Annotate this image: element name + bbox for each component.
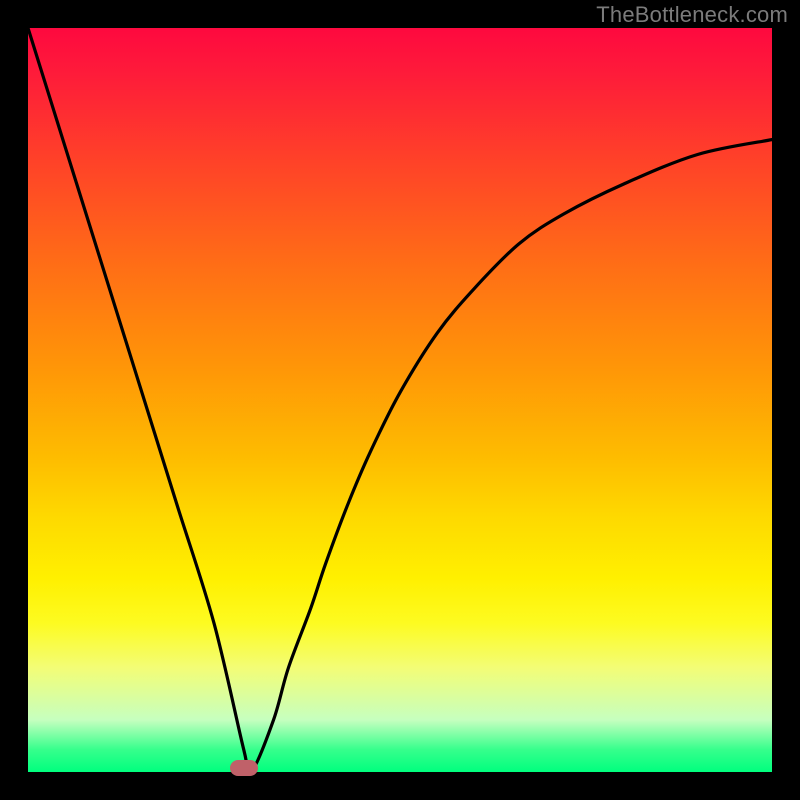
chart-svg [28,28,772,772]
chart-frame: TheBottleneck.com [0,0,800,800]
watermark-text: TheBottleneck.com [596,2,788,28]
min-marker [230,760,258,776]
plot-area [28,28,772,772]
curve-path [28,28,772,772]
